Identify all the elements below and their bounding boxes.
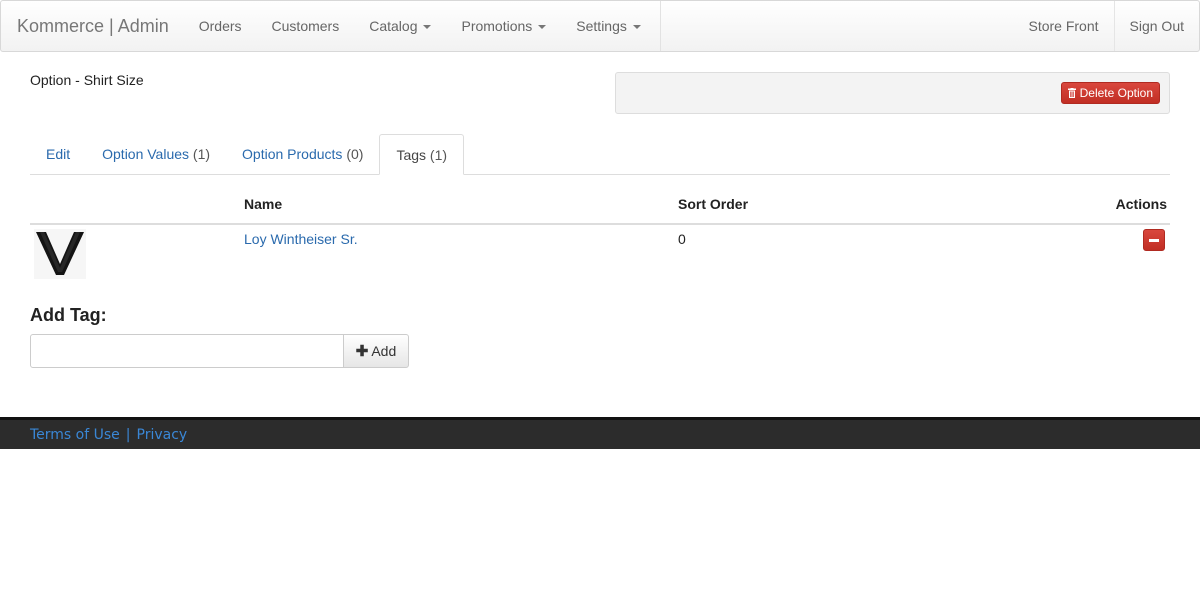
nav-settings-label: Settings (576, 18, 627, 34)
nav-catalog-dropdown[interactable]: Catalog (354, 1, 446, 51)
tag-name-link[interactable]: Loy Wintheiser Sr. (244, 231, 358, 247)
nav-customers-label: Customers (271, 18, 340, 34)
tab-option-values[interactable]: Option Values (1) (86, 134, 226, 175)
caret-down-icon (538, 25, 547, 29)
delete-option-label: Delete Option (1079, 86, 1153, 100)
tab-option-products-count: (0) (346, 146, 364, 162)
add-tag-button-label: Add (371, 343, 397, 359)
nav-right-group: Store Front Sign Out (1013, 1, 1199, 51)
privacy-link[interactable]: Privacy (137, 427, 188, 443)
nav-customers[interactable]: Customers (257, 1, 355, 51)
tab-tags-label: Tags (396, 147, 427, 163)
remove-tag-button[interactable] (1143, 229, 1165, 251)
add-tag-button[interactable]: ✚ Add (343, 334, 409, 368)
nav-sign-out[interactable]: Sign Out (1113, 1, 1199, 51)
brand-link[interactable]: Kommerce | Admin (1, 1, 184, 51)
option-tabs: Edit Option Values (1) Option Products (… (30, 134, 1170, 175)
tab-edit[interactable]: Edit (30, 134, 86, 175)
delete-option-button[interactable]: Delete Option (1060, 82, 1160, 104)
add-tag-label: Add Tag: (30, 305, 107, 325)
plus-icon: ✚ (355, 343, 369, 360)
tab-option-values-count: (1) (192, 146, 211, 162)
nav-promotions-dropdown[interactable]: Promotions (446, 1, 561, 51)
nav-promotions-label: Promotions (461, 18, 533, 34)
tab-option-products-label: Option Products (242, 146, 343, 162)
top-navbar: Kommerce | Admin Orders Customers Catalo… (0, 0, 1200, 52)
column-header-name: Name (244, 196, 283, 212)
column-header-actions: Actions (1115, 196, 1167, 212)
footer-separator: | (125, 426, 131, 443)
nav-catalog-label: Catalog (369, 18, 418, 34)
tag-sort-order: 0 (678, 231, 686, 247)
column-header-sort-order: Sort Order (678, 196, 749, 212)
nav-settings-dropdown[interactable]: Settings (561, 1, 656, 51)
tab-edit-label: Edit (46, 146, 71, 162)
tab-option-values-label: Option Values (102, 146, 190, 162)
action-well: Delete Option (615, 72, 1170, 114)
table-header-divider (30, 223, 1170, 225)
tab-tags[interactable]: Tags (1) (379, 134, 465, 175)
tag-thumbnail-image (34, 229, 86, 279)
nav-orders-label: Orders (198, 18, 242, 34)
tab-option-products[interactable]: Option Products (0) (226, 134, 379, 175)
nav-divider (660, 1, 661, 51)
page-title: Option - Shirt Size (30, 72, 144, 88)
tab-tags-count: (1) (429, 147, 448, 163)
nav-orders[interactable]: Orders (184, 1, 257, 51)
trash-icon (1067, 88, 1076, 98)
caret-down-icon (632, 25, 641, 29)
terms-of-use-link[interactable]: Terms of Use (30, 427, 120, 443)
nav-store-front[interactable]: Store Front (1013, 1, 1113, 51)
minus-icon (1149, 238, 1159, 242)
add-tag-input[interactable] (30, 334, 344, 368)
caret-down-icon (423, 25, 432, 29)
page-footer: Terms of Use | Privacy (0, 417, 1200, 449)
